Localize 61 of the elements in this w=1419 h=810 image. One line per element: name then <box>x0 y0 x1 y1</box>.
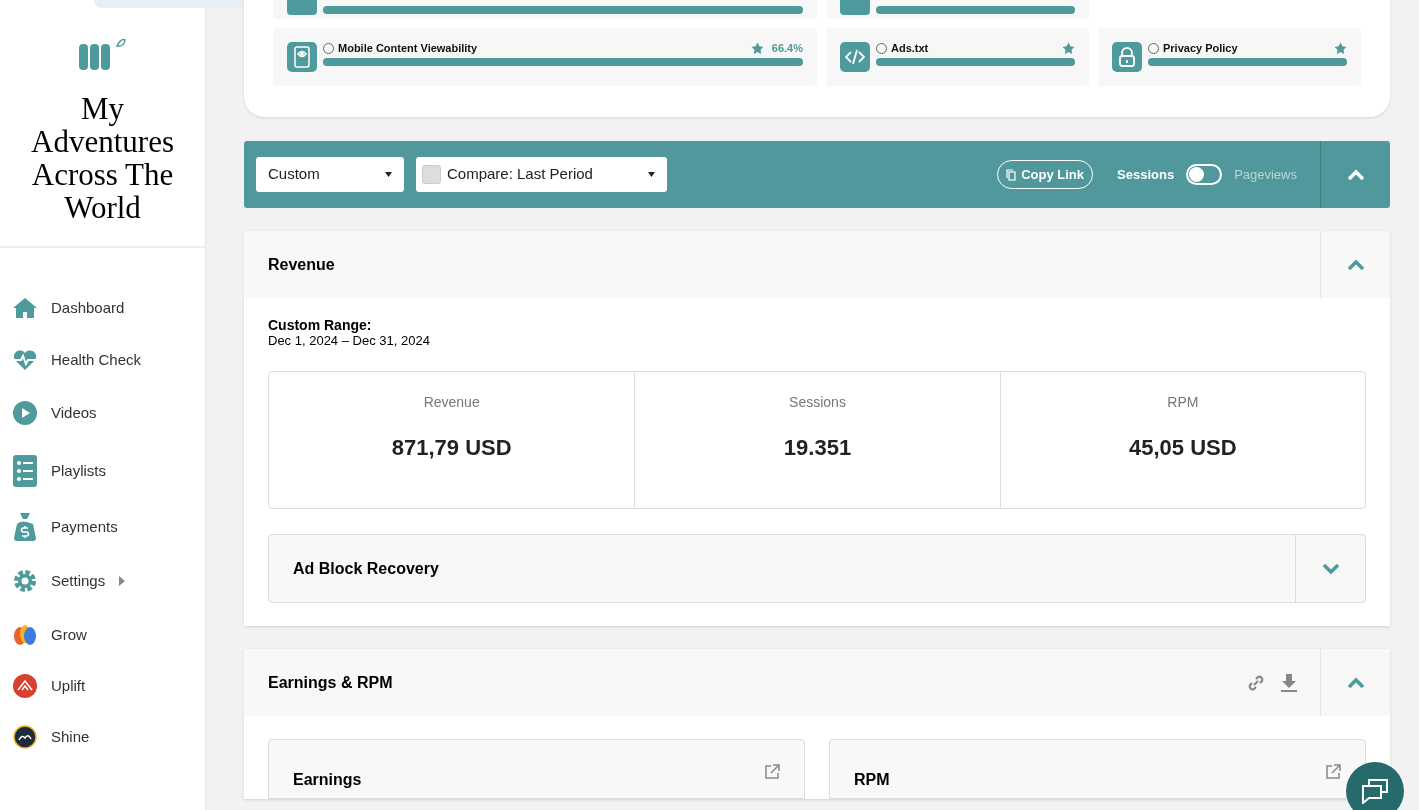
home-icon <box>12 297 38 319</box>
caret-icon <box>648 172 655 177</box>
health-label: Privacy Policy <box>1163 40 1238 56</box>
copy-icon <box>1006 168 1017 181</box>
sidebar-item[interactable]: Videos <box>0 401 205 425</box>
chevron-up-icon <box>1346 168 1365 181</box>
stat-label: RPM <box>1167 393 1199 412</box>
phone-eye-icon <box>287 42 317 72</box>
stat-value: 19.351 <box>783 434 852 462</box>
sidebar-item[interactable]: Uplift <box>0 674 205 698</box>
card-title: Earnings <box>293 770 362 790</box>
sidebar-item[interactable]: Health Check <box>0 348 205 372</box>
caret-icon <box>118 576 127 586</box>
chevron-down-icon <box>1321 562 1340 575</box>
range-label: Custom Range: <box>268 318 373 333</box>
chat-icon <box>1361 778 1389 804</box>
sidebar-item[interactable]: Payments <box>0 515 205 539</box>
health-value: 66.4% <box>771 40 803 56</box>
sidebar-item[interactable]: Grow <box>0 623 205 647</box>
chevron-up-icon <box>1346 258 1365 271</box>
uplift-icon <box>13 674 37 698</box>
date-range: Dec 1, 2024 – Dec 31, 2024 <box>268 333 431 348</box>
logo-icon <box>78 38 127 72</box>
stat-value: 871,79 USD <box>391 434 512 462</box>
list-icon <box>13 455 37 487</box>
chat-button[interactable] <box>1346 762 1404 810</box>
sidebar-item[interactable]: Playlists <box>0 459 205 483</box>
external-link-icon[interactable] <box>764 764 780 780</box>
site-title: My Adventures Across The World <box>30 92 175 224</box>
caret-icon <box>385 172 392 177</box>
external-link-icon[interactable] <box>1325 764 1341 780</box>
lock-icon <box>1112 42 1142 72</box>
stat-value: 45,05 USD <box>1129 434 1237 462</box>
checkbox[interactable] <box>422 165 441 184</box>
shine-icon <box>13 725 37 749</box>
section-title: Earnings & RPM <box>268 672 394 693</box>
play-icon <box>13 401 37 425</box>
sidebar-item[interactable]: Dashboard <box>0 296 205 320</box>
health-icon <box>287 0 317 15</box>
settings-icon <box>12 568 38 594</box>
sidebar-item[interactable]: Settings <box>0 569 205 593</box>
code-icon <box>840 42 870 72</box>
stat-label: Revenue <box>423 393 480 412</box>
health-icon <box>840 0 870 15</box>
card-title: RPM <box>854 770 890 790</box>
section-title: Ad Block Recovery <box>293 558 440 579</box>
chevron-up-icon <box>1346 676 1365 689</box>
sidebar-item[interactable]: Shine <box>0 725 205 749</box>
download-icon[interactable] <box>1280 672 1298 693</box>
petals-icon <box>12 624 38 646</box>
stat-label: Sessions <box>789 393 846 412</box>
metric-toggle[interactable] <box>1186 164 1223 185</box>
health-label: Ads.txt <box>891 40 929 56</box>
money-bag-icon <box>13 512 37 542</box>
range-dropdown[interactable]: Custom <box>256 157 404 192</box>
compare-dropdown[interactable]: Compare: Last Period <box>416 157 667 192</box>
section-title: Revenue <box>268 254 336 275</box>
health-label: Mobile Content Viewability <box>338 40 478 56</box>
heartbeat-icon <box>12 349 38 371</box>
toggle-label: Pageviews <box>1234 165 1297 184</box>
toggle-label: Sessions <box>1117 165 1175 184</box>
